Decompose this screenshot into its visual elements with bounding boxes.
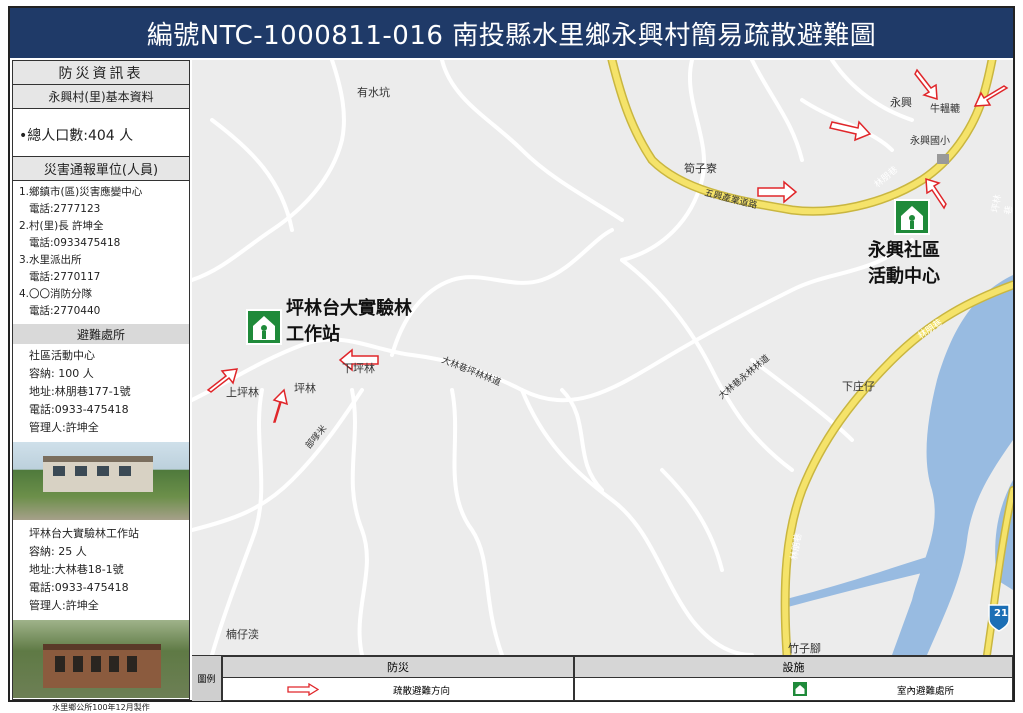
credit-text: 水里鄉公所100年12月製作 bbox=[52, 703, 150, 712]
shelter-map-label: 永興社區 活動中心 bbox=[868, 238, 940, 290]
shelter-name: 坪林台大實驗林工作站 bbox=[29, 527, 139, 540]
map-frame: 編號NTC-1000811-016 南投縣水里鄉永興村簡易疏散避難圖 防災資訊表… bbox=[8, 6, 1015, 712]
contact-name: 3.水里派出所 bbox=[19, 254, 82, 266]
place-label: 下庄仔 bbox=[842, 380, 875, 393]
place-label: 坪林 bbox=[294, 382, 316, 395]
place-label: 上坪林 bbox=[226, 386, 259, 399]
shelter-header: 避難處所 bbox=[13, 324, 189, 344]
legend-cell: 疏散避難方向 bbox=[222, 678, 574, 701]
contact-header: 災害通報單位(人員) bbox=[13, 157, 189, 181]
contact-tel: 電話:2777123 bbox=[29, 203, 101, 215]
contact-name: 4.〇〇消防分隊 bbox=[19, 288, 93, 300]
shelter-capacity: 容納: 25 人 bbox=[29, 545, 87, 558]
place-label: 楠仔湙 bbox=[226, 628, 259, 641]
shelter-icon[interactable] bbox=[894, 199, 930, 235]
evacuation-arrow-icon bbox=[287, 683, 319, 696]
place-label: 永興 bbox=[890, 96, 912, 109]
legend-item-label: 疏散避難方向 bbox=[393, 686, 451, 697]
school-icon bbox=[937, 154, 949, 164]
shelter-map-label-line1: 永興社區 bbox=[868, 240, 940, 261]
contact-tel: 電話:2770440 bbox=[29, 305, 101, 317]
legend-item-label: 室內避難處所 bbox=[897, 686, 955, 697]
shelter-info: 坪林台大實驗林工作站 容納: 25 人 地址:大林巷18-1號 電話:0933-… bbox=[13, 522, 189, 618]
shelter-name: 社區活動中心 bbox=[29, 349, 95, 362]
shelter-legend-icon bbox=[793, 682, 807, 696]
place-label: 下坪林 bbox=[342, 362, 375, 375]
shelter-icon[interactable] bbox=[246, 309, 282, 345]
place-label: 坪林巷 bbox=[990, 193, 1013, 216]
route-number: 21 bbox=[994, 608, 1008, 619]
contact-name: 1.鄉鎮市(區)災害應變中心 bbox=[19, 186, 143, 198]
shelter-map-label: 坪林台大實驗林 工作站 bbox=[286, 296, 412, 348]
place-label: 永興國小 bbox=[910, 136, 950, 147]
population-text: •總人口數:404 人 bbox=[13, 109, 189, 157]
shelter-phone: 電話:0933-475418 bbox=[29, 403, 129, 416]
shelter-capacity: 容納: 100 人 bbox=[29, 367, 94, 380]
legend-label: 圖例 bbox=[192, 656, 222, 701]
contact-tel: 電話:0933475418 bbox=[29, 237, 121, 249]
map-canvas bbox=[192, 60, 1013, 655]
legend-col1-header: 防災 bbox=[222, 656, 574, 678]
map-legend: 圖例 防災 設施 疏散避難方向 室內避難處所 bbox=[192, 655, 1013, 701]
basic-info-header: 永興村(里)基本資料 bbox=[13, 85, 189, 109]
page-title: 編號NTC-1000811-016 南投縣水里鄉永興村簡易疏散避難圖 bbox=[10, 8, 1013, 58]
shelter-map-label-line2: 活動中心 bbox=[868, 266, 940, 287]
work-station-photo bbox=[13, 620, 189, 698]
place-label: 竹子腳 bbox=[788, 642, 821, 655]
contact-name: 2.村(里)長 許坤全 bbox=[19, 220, 104, 232]
shelter-manager: 管理人:許坤全 bbox=[29, 599, 99, 612]
shelter-info: 社區活動中心 容納: 100 人 地址:林朋巷177-1號 電話:0933-47… bbox=[13, 344, 189, 440]
legend-col2-header: 設施 bbox=[574, 656, 1013, 678]
place-label: 牛轀轆 bbox=[930, 104, 960, 115]
evacuation-map[interactable]: 有水坑 永興 牛轀轆 永興國小 筍子寮 五興產業道路 林朋巷 大林巷坪林林道 大… bbox=[192, 60, 1013, 655]
shelter-phone: 電話:0933-475418 bbox=[29, 581, 129, 594]
info-sidebar: 防災資訊表 永興村(里)基本資料 •總人口數:404 人 災害通報單位(人員) … bbox=[12, 60, 190, 712]
community-center-photo bbox=[13, 442, 189, 520]
place-label: 筍子寮 bbox=[684, 162, 717, 175]
legend-cell: 室內避難處所 bbox=[574, 678, 1013, 701]
sidebar-header: 防災資訊表 bbox=[13, 61, 189, 85]
shelter-address: 地址:林朋巷177-1號 bbox=[29, 385, 131, 398]
contact-list: 1.鄉鎮市(區)災害應變中心 電話:2777123 2.村(里)長 許坤全 電話… bbox=[13, 181, 189, 323]
shelter-map-label-line1: 坪林台大實驗林 bbox=[286, 298, 412, 319]
contact-tel: 電話:2770117 bbox=[29, 271, 101, 283]
shelter-map-label-line2: 工作站 bbox=[286, 324, 340, 345]
shelter-manager: 管理人:許坤全 bbox=[29, 421, 99, 434]
place-label: 有水坑 bbox=[357, 86, 390, 99]
shelter-address: 地址:大林巷18-1號 bbox=[29, 563, 124, 576]
